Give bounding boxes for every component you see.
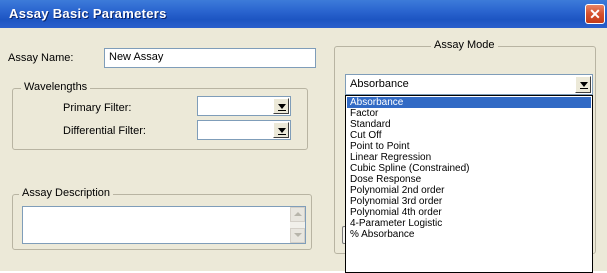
assay-mode-value: Absorbance bbox=[350, 78, 409, 90]
wavelengths-legend: Wavelengths bbox=[21, 81, 91, 93]
window-title: Assay Basic Parameters bbox=[9, 6, 167, 21]
primary-filter-select[interactable] bbox=[197, 96, 291, 116]
assay-name-value: New Assay bbox=[109, 51, 164, 63]
primary-filter-label: Primary Filter: bbox=[63, 102, 132, 114]
assay-mode-option[interactable]: Polynomial 2nd order bbox=[347, 185, 591, 196]
scroll-up-icon[interactable] bbox=[290, 207, 305, 222]
assay-mode-option[interactable]: 4-Parameter Logistic bbox=[347, 218, 591, 229]
assay-mode-option[interactable]: Linear Regression bbox=[347, 152, 591, 163]
title-bar[interactable]: Assay Basic Parameters ✕ bbox=[0, 0, 607, 28]
assay-basic-parameters-dialog: Assay Basic Parameters ✕ Assay Name: New… bbox=[0, 0, 607, 273]
close-button[interactable]: ✕ bbox=[585, 4, 605, 24]
differential-filter-select[interactable] bbox=[197, 120, 291, 140]
assay-mode-option[interactable]: Point to Point bbox=[347, 141, 591, 152]
chevron-down-icon[interactable] bbox=[575, 76, 591, 93]
close-icon: ✕ bbox=[589, 6, 601, 22]
differential-filter-label: Differential Filter: bbox=[63, 125, 146, 137]
assay-mode-option[interactable]: Polynomial 4th order bbox=[347, 207, 591, 218]
assay-mode-option[interactable]: Dose Response bbox=[347, 174, 591, 185]
description-legend: Assay Description bbox=[19, 187, 114, 199]
assay-mode-option[interactable]: Cubic Spline (Constrained) bbox=[347, 163, 591, 174]
assay-mode-option[interactable]: Factor bbox=[347, 108, 591, 119]
assay-mode-option[interactable]: Absorbance bbox=[347, 97, 591, 108]
assay-name-input[interactable]: New Assay bbox=[104, 48, 316, 68]
description-textarea[interactable] bbox=[22, 206, 306, 244]
assay-name-label: Assay Name: bbox=[8, 52, 74, 64]
assay-mode-select[interactable]: Absorbance bbox=[345, 74, 593, 95]
assay-mode-legend: Assay Mode bbox=[431, 39, 498, 51]
assay-mode-option[interactable]: % Absorbance bbox=[347, 229, 591, 240]
assay-mode-option[interactable]: Polynomial 3rd order bbox=[347, 196, 591, 207]
assay-mode-option[interactable]: Cut Off bbox=[347, 130, 591, 141]
assay-mode-option[interactable]: Standard bbox=[347, 119, 591, 130]
chevron-down-icon[interactable] bbox=[273, 98, 289, 114]
scroll-down-icon[interactable] bbox=[290, 228, 305, 243]
description-scrollbar[interactable] bbox=[290, 207, 305, 243]
chevron-down-icon[interactable] bbox=[273, 122, 289, 138]
assay-mode-dropdown-list[interactable]: Absorbance Factor Standard Cut Off Point… bbox=[345, 95, 593, 273]
